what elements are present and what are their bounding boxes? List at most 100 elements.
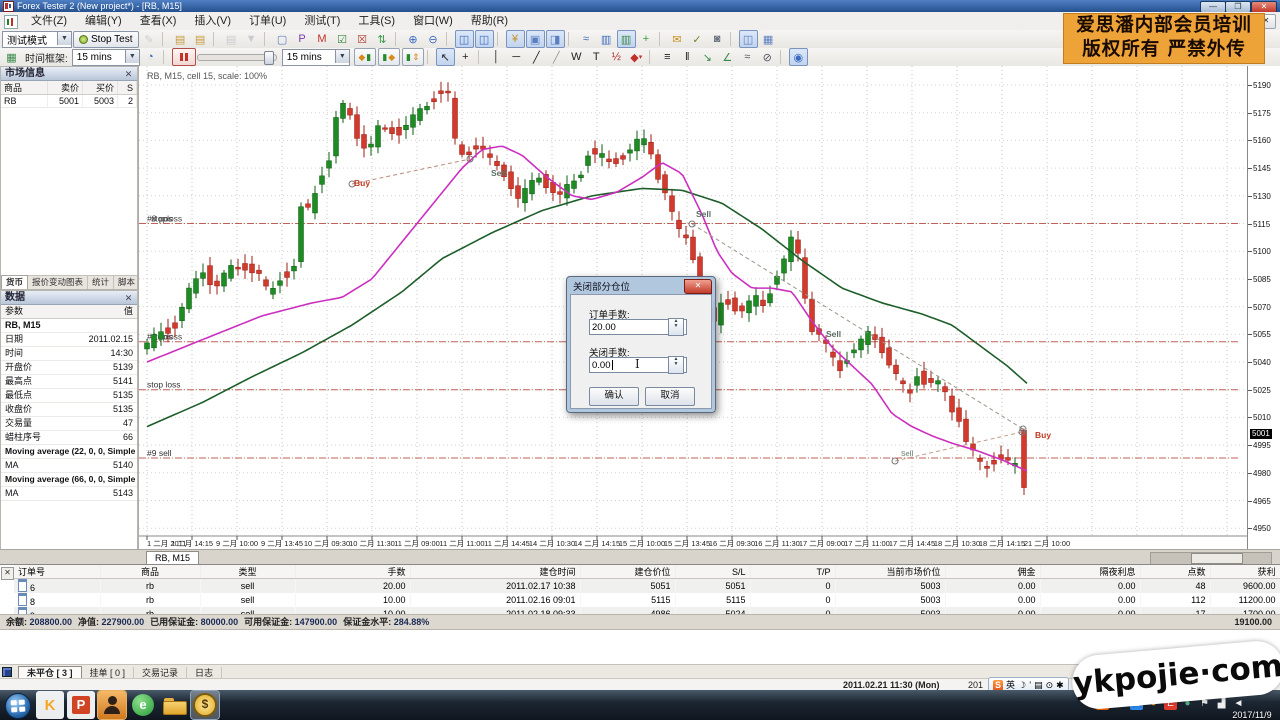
eraser-tool-icon[interactable]: ⊘ [758, 48, 777, 66]
scrollbar-thumb[interactable] [1191, 553, 1243, 564]
step-timeframe-select[interactable]: 15 mins ▼ [282, 49, 350, 66]
menu-item-R[interactable]: 帮助(R) [462, 12, 517, 30]
price-tick-label: 5130 [1253, 192, 1271, 201]
sync-scroll-icon[interactable]: ◉ [789, 48, 808, 66]
column-header: 类型 [200, 565, 295, 579]
channel-tool-icon[interactable]: ≈ [738, 48, 757, 66]
hlines-set-icon[interactable]: ≡ [658, 48, 677, 66]
market-tab-2[interactable]: 统计 [88, 276, 114, 289]
step-forward-icon[interactable]: ▮◆ [378, 48, 400, 66]
add-indicator-icon[interactable]: + [637, 30, 656, 48]
doc-close-icon[interactable]: ☒ [353, 30, 372, 48]
menu-item-Z[interactable]: 文件(Z) [22, 12, 76, 30]
stats-bars-icon[interactable]: ▥ [597, 30, 616, 48]
copy-icon[interactable]: ▤ [171, 30, 190, 48]
menu-item-T[interactable]: 测试(T) [295, 12, 349, 30]
project-p-icon[interactable]: P [293, 30, 312, 48]
doc-check-icon[interactable]: ☑ [333, 30, 352, 48]
open-positions-icon[interactable]: ▥ [617, 30, 636, 48]
fibo-tool-icon[interactable]: ½ [607, 48, 626, 66]
step-back-icon[interactable]: ◆▮ [354, 48, 376, 66]
trendline-tool-icon[interactable]: ╱ [527, 48, 546, 66]
horizontal-line-tool-icon[interactable]: ─ [507, 48, 526, 66]
equity-curve-icon[interactable]: ≈ [577, 30, 596, 48]
layout-icon[interactable]: ◫ [739, 30, 758, 48]
ray-tool-icon[interactable]: ╱ [547, 48, 566, 66]
account-history-icon[interactable]: ¥ [506, 30, 525, 48]
vlines-set-icon[interactable]: ‖ [678, 48, 697, 66]
pointer-tool-icon[interactable]: ↖ [436, 48, 455, 66]
vertical-line-tool-icon[interactable]: │ [487, 48, 506, 66]
refresh-icon[interactable]: ⇅ [373, 30, 392, 48]
data-table-icon[interactable]: ▦ [759, 30, 778, 48]
start-button[interactable] [5, 693, 31, 719]
new-document-icon[interactable]: ▢ [273, 30, 292, 48]
test-mode-select[interactable]: 测试模式 ▼ [2, 31, 72, 48]
close-icon[interactable]: ✕ [1, 567, 14, 580]
edit-pencil-icon[interactable]: ✎ [140, 30, 159, 48]
angle-tool-icon[interactable]: ∠ [718, 48, 737, 66]
pause-button[interactable] [172, 48, 196, 66]
menu-item-W[interactable]: 窗口(W) [404, 12, 462, 30]
timeframe-select[interactable]: 15 mins ▼ [72, 49, 140, 66]
globe-icon[interactable]: ◔ [141, 48, 160, 66]
confirm-button[interactable]: 确认 [589, 387, 639, 406]
title-bar: Forex Tester 2 (New project*) - [RB, M15… [0, 0, 1280, 12]
copy-chart-icon[interactable]: ▤ [222, 30, 241, 48]
chevron-down-icon[interactable]: ▼ [335, 50, 349, 63]
step-timeframe-value: 15 mins [287, 52, 322, 63]
close-icon[interactable]: ✕ [122, 68, 135, 81]
taskbar-powerpoint-icon[interactable]: P [67, 691, 95, 719]
taskbar-folder-icon[interactable] [160, 691, 188, 719]
close-icon[interactable]: ✕ [122, 292, 135, 305]
strategies-icon[interactable]: ▣ [526, 30, 545, 48]
dialog-close-button[interactable]: ✕ [684, 279, 712, 294]
candle-icon: ⇕ [412, 52, 420, 63]
cancel-button[interactable]: 取消 [645, 387, 695, 406]
market-tab-0[interactable]: 货币 [1, 275, 28, 289]
menu-item-V[interactable]: 插入(V) [185, 12, 240, 30]
script-check-icon[interactable]: ✓ [688, 30, 707, 48]
chart-sync-icon[interactable]: ◫ [475, 30, 494, 48]
notes-icon[interactable]: ✉ [668, 30, 687, 48]
chart-mode-icon[interactable]: ◫ [455, 30, 474, 48]
chart-tab[interactable]: RB, M15 [146, 551, 199, 565]
shapes-tool-icon[interactable]: ◆▾ [627, 48, 646, 66]
crosshair-tool-icon[interactable]: + [456, 48, 475, 66]
step-pause-icon[interactable]: ▮⇕ [402, 48, 424, 66]
menu-item-Y[interactable]: 编辑(Y) [76, 12, 131, 30]
slider-handle[interactable] [264, 51, 274, 65]
paste-icon[interactable]: ▤ [191, 30, 210, 48]
project-m-icon[interactable]: M [313, 30, 332, 48]
order-row[interactable]: 6rbsell20.002011.02.17 10:38505150510500… [14, 579, 1280, 594]
camera-icon[interactable]: ◙ [708, 30, 727, 48]
orders-panel: ✕ 订单号商品类型手数建仓时间建仓价位S/LT/P当前市场价位佣金隔夜利息点数获… [0, 564, 1280, 665]
paste-chart-icon[interactable]: ▼ [242, 30, 261, 48]
wave-tool-icon[interactable]: W [567, 48, 586, 66]
zoom-out-icon[interactable]: ⊖ [424, 30, 443, 48]
speed-slider[interactable] [197, 54, 277, 61]
arrow-mark-icon[interactable]: ↘ [698, 48, 717, 66]
menu-item-S[interactable]: 工具(S) [349, 12, 404, 30]
order-row[interactable]: 8rbsell10.002011.02.16 09:01511551150500… [14, 593, 1280, 607]
stop-test-button[interactable]: Stop Test [73, 31, 139, 48]
chevron-down-icon[interactable]: ▼ [57, 32, 71, 45]
market-tab-3[interactable]: 脚本 [114, 276, 140, 289]
close-lots-spinner[interactable]: ▲▼ [668, 356, 684, 374]
chevron-down-icon[interactable]: ▼ [125, 50, 139, 63]
menu-item-X[interactable]: 查看(X) [131, 12, 186, 30]
panels-icon[interactable]: ◨ [546, 30, 565, 48]
taskbar-avatar-icon[interactable] [98, 691, 126, 719]
cell: 2011.02.17 10:38 [410, 579, 580, 594]
taskbar-finance-icon[interactable]: $ [191, 691, 219, 719]
zoom-in-icon[interactable]: ⊕ [404, 30, 423, 48]
market-tab-1[interactable]: 报价变动图表 [28, 276, 88, 289]
taskbar-360-browser-icon[interactable]: e [129, 691, 157, 719]
menu-item-U[interactable]: 订单(U) [240, 12, 295, 30]
chart-add-icon[interactable]: ▦ [2, 48, 21, 66]
text-tool-icon[interactable]: T [587, 48, 606, 66]
market-row[interactable]: RB500150032 [1, 95, 137, 108]
order-lots-spinner[interactable]: ▲▼ [668, 318, 684, 336]
chevron-down-icon[interactable]: ▾ [639, 53, 643, 61]
taskbar-k-app-icon[interactable]: K [36, 691, 64, 719]
